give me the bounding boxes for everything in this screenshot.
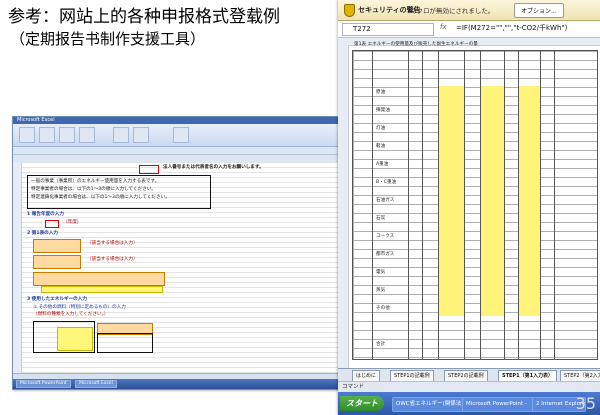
style-icon[interactable]	[113, 127, 129, 143]
input-column-1[interactable]	[438, 86, 464, 316]
number-icon[interactable]	[79, 127, 95, 143]
input-column-2[interactable]	[480, 86, 504, 316]
start-button[interactable]: スタート	[340, 396, 384, 411]
instr-text-1: 一般の事業（事業所）のエネルギー使用量を入力する表です。	[31, 179, 160, 184]
formula-input[interactable]: =IF(M272="","","t-CO2/千kWh")	[456, 23, 567, 34]
fuel-table-2[interactable]	[97, 333, 153, 353]
ribbon[interactable]	[13, 124, 341, 147]
fuel-input[interactable]	[57, 327, 93, 351]
task-item[interactable]: Microsoft PowerPoint -	[462, 397, 534, 412]
divider	[438, 50, 439, 360]
security-bar	[13, 147, 341, 155]
row-label: A重油	[376, 162, 389, 167]
table1-input-c[interactable]	[33, 272, 165, 286]
divider	[480, 50, 481, 360]
options-button[interactable]: オプション...	[514, 3, 564, 18]
fuel-note-1: （燃料の種類を入力してください。）	[33, 312, 109, 317]
section-1: 1 報告年度の入力	[27, 212, 64, 217]
font-icon[interactable]	[39, 127, 55, 143]
row-label: 合計	[376, 342, 386, 347]
divider	[372, 50, 373, 360]
section-2: 2 第1表の入力	[27, 231, 58, 236]
section-3a: ① その他の燃料（特別に定めるもの）の入力	[33, 305, 126, 310]
task-excel[interactable]: Microsoft Excel	[75, 380, 117, 388]
year-note: （年度）	[63, 220, 82, 225]
window-titlebar[interactable]: Microsoft Excel	[13, 117, 341, 124]
row-label: 揮発油	[376, 108, 390, 113]
instr-text-2: 特定事業者の場合は、以下の1〜3の順に入力してください。	[31, 187, 157, 192]
instr-text-3: 特定連鎖化事業者の場合は、以下の1〜3の順に入力してください。	[31, 195, 170, 200]
security-message: マクロが無効にされました。	[410, 7, 495, 15]
task-item[interactable]: OWC省エネルギー(関係法)	[392, 397, 464, 412]
corp-number-box[interactable]	[139, 165, 159, 174]
divider	[518, 50, 519, 360]
fx-icon[interactable]: fx	[440, 23, 447, 31]
formula-bar[interactable]: T272 fx =IF(M272="","","t-CO2/千kWh")	[338, 21, 600, 38]
security-warning-bar: セキュリティの警告 マクロが無効にされました。 オプション...	[338, 0, 600, 21]
sheet-title: 第1表 エネルギーの使用量及び販売した副生エネルギーの量	[354, 42, 478, 47]
row-label: 灯油	[376, 126, 386, 131]
row-label: 軽油	[376, 144, 386, 149]
row-label: 電気	[376, 270, 386, 275]
excel-window-right[interactable]: セキュリティの警告 マクロが無効にされました。 オプション... T272 fx…	[338, 0, 600, 415]
table1-input-d[interactable]	[41, 286, 163, 293]
energy-table[interactable]	[352, 50, 598, 360]
command-bar: コマンド	[338, 381, 600, 392]
task-powerpoint[interactable]: Microsoft PowerPoint	[16, 380, 71, 388]
row-label: 石油ガス	[376, 198, 395, 203]
sheet-notice: 法人番号または代表者名の入力をお願いします。	[163, 165, 264, 170]
paste-icon[interactable]	[19, 127, 35, 143]
year-input[interactable]	[45, 220, 59, 228]
row-headers	[13, 162, 22, 377]
row-label: 石炭	[376, 216, 386, 221]
slide-heading: 参考：网站上的各种申报格式登载例 （定期报告书制作支援工具）	[8, 6, 328, 50]
heading-line-2: （定期报告书制作支援工具）	[10, 30, 206, 48]
name-box[interactable]: T272	[342, 23, 434, 36]
divider	[408, 50, 409, 360]
page-number: 35	[575, 394, 596, 413]
table1-input-a[interactable]	[33, 239, 81, 253]
row-label: コークス	[376, 234, 395, 239]
row-label: その他	[376, 306, 390, 311]
cells-icon[interactable]	[133, 127, 149, 143]
section-3: 3 使用したエネルギーの入力	[27, 297, 87, 302]
divider	[540, 50, 541, 360]
align-icon[interactable]	[59, 127, 75, 143]
divider	[464, 50, 465, 360]
heading-line-1: 参考：网站上的各种申报格式登载例	[8, 7, 280, 27]
taskbar-left[interactable]: Microsoft PowerPoint Microsoft Excel	[13, 379, 341, 389]
divider	[422, 50, 423, 360]
input-column-3[interactable]	[518, 86, 540, 316]
row-label: B・C重油	[376, 180, 397, 185]
row-label: 原油	[376, 90, 386, 95]
table1-input-b[interactable]	[33, 255, 81, 269]
divider	[554, 50, 555, 360]
sheet-tabs[interactable]: はじめに STEP1の記載例 STEP2の記載例 STEP1（第1入力表） ST…	[338, 368, 600, 382]
row-headers	[338, 45, 349, 368]
row-label: 蒸気	[376, 288, 386, 293]
edit-icon[interactable]	[173, 127, 189, 143]
table1-note-b: （該当する場合は入力）	[87, 257, 138, 262]
excel-window-left[interactable]: Microsoft Excel 法人番号または代表者名の入力をお願いします。 一…	[12, 116, 342, 390]
taskbar-right[interactable]: スタート OWC省エネルギー(関係法) Microsoft PowerPoint…	[338, 392, 600, 415]
row-label: 都市ガス	[376, 252, 395, 257]
shield-icon	[344, 4, 355, 17]
divider	[504, 50, 505, 360]
table1-note-a: （該当する場合は入力）	[87, 241, 138, 246]
